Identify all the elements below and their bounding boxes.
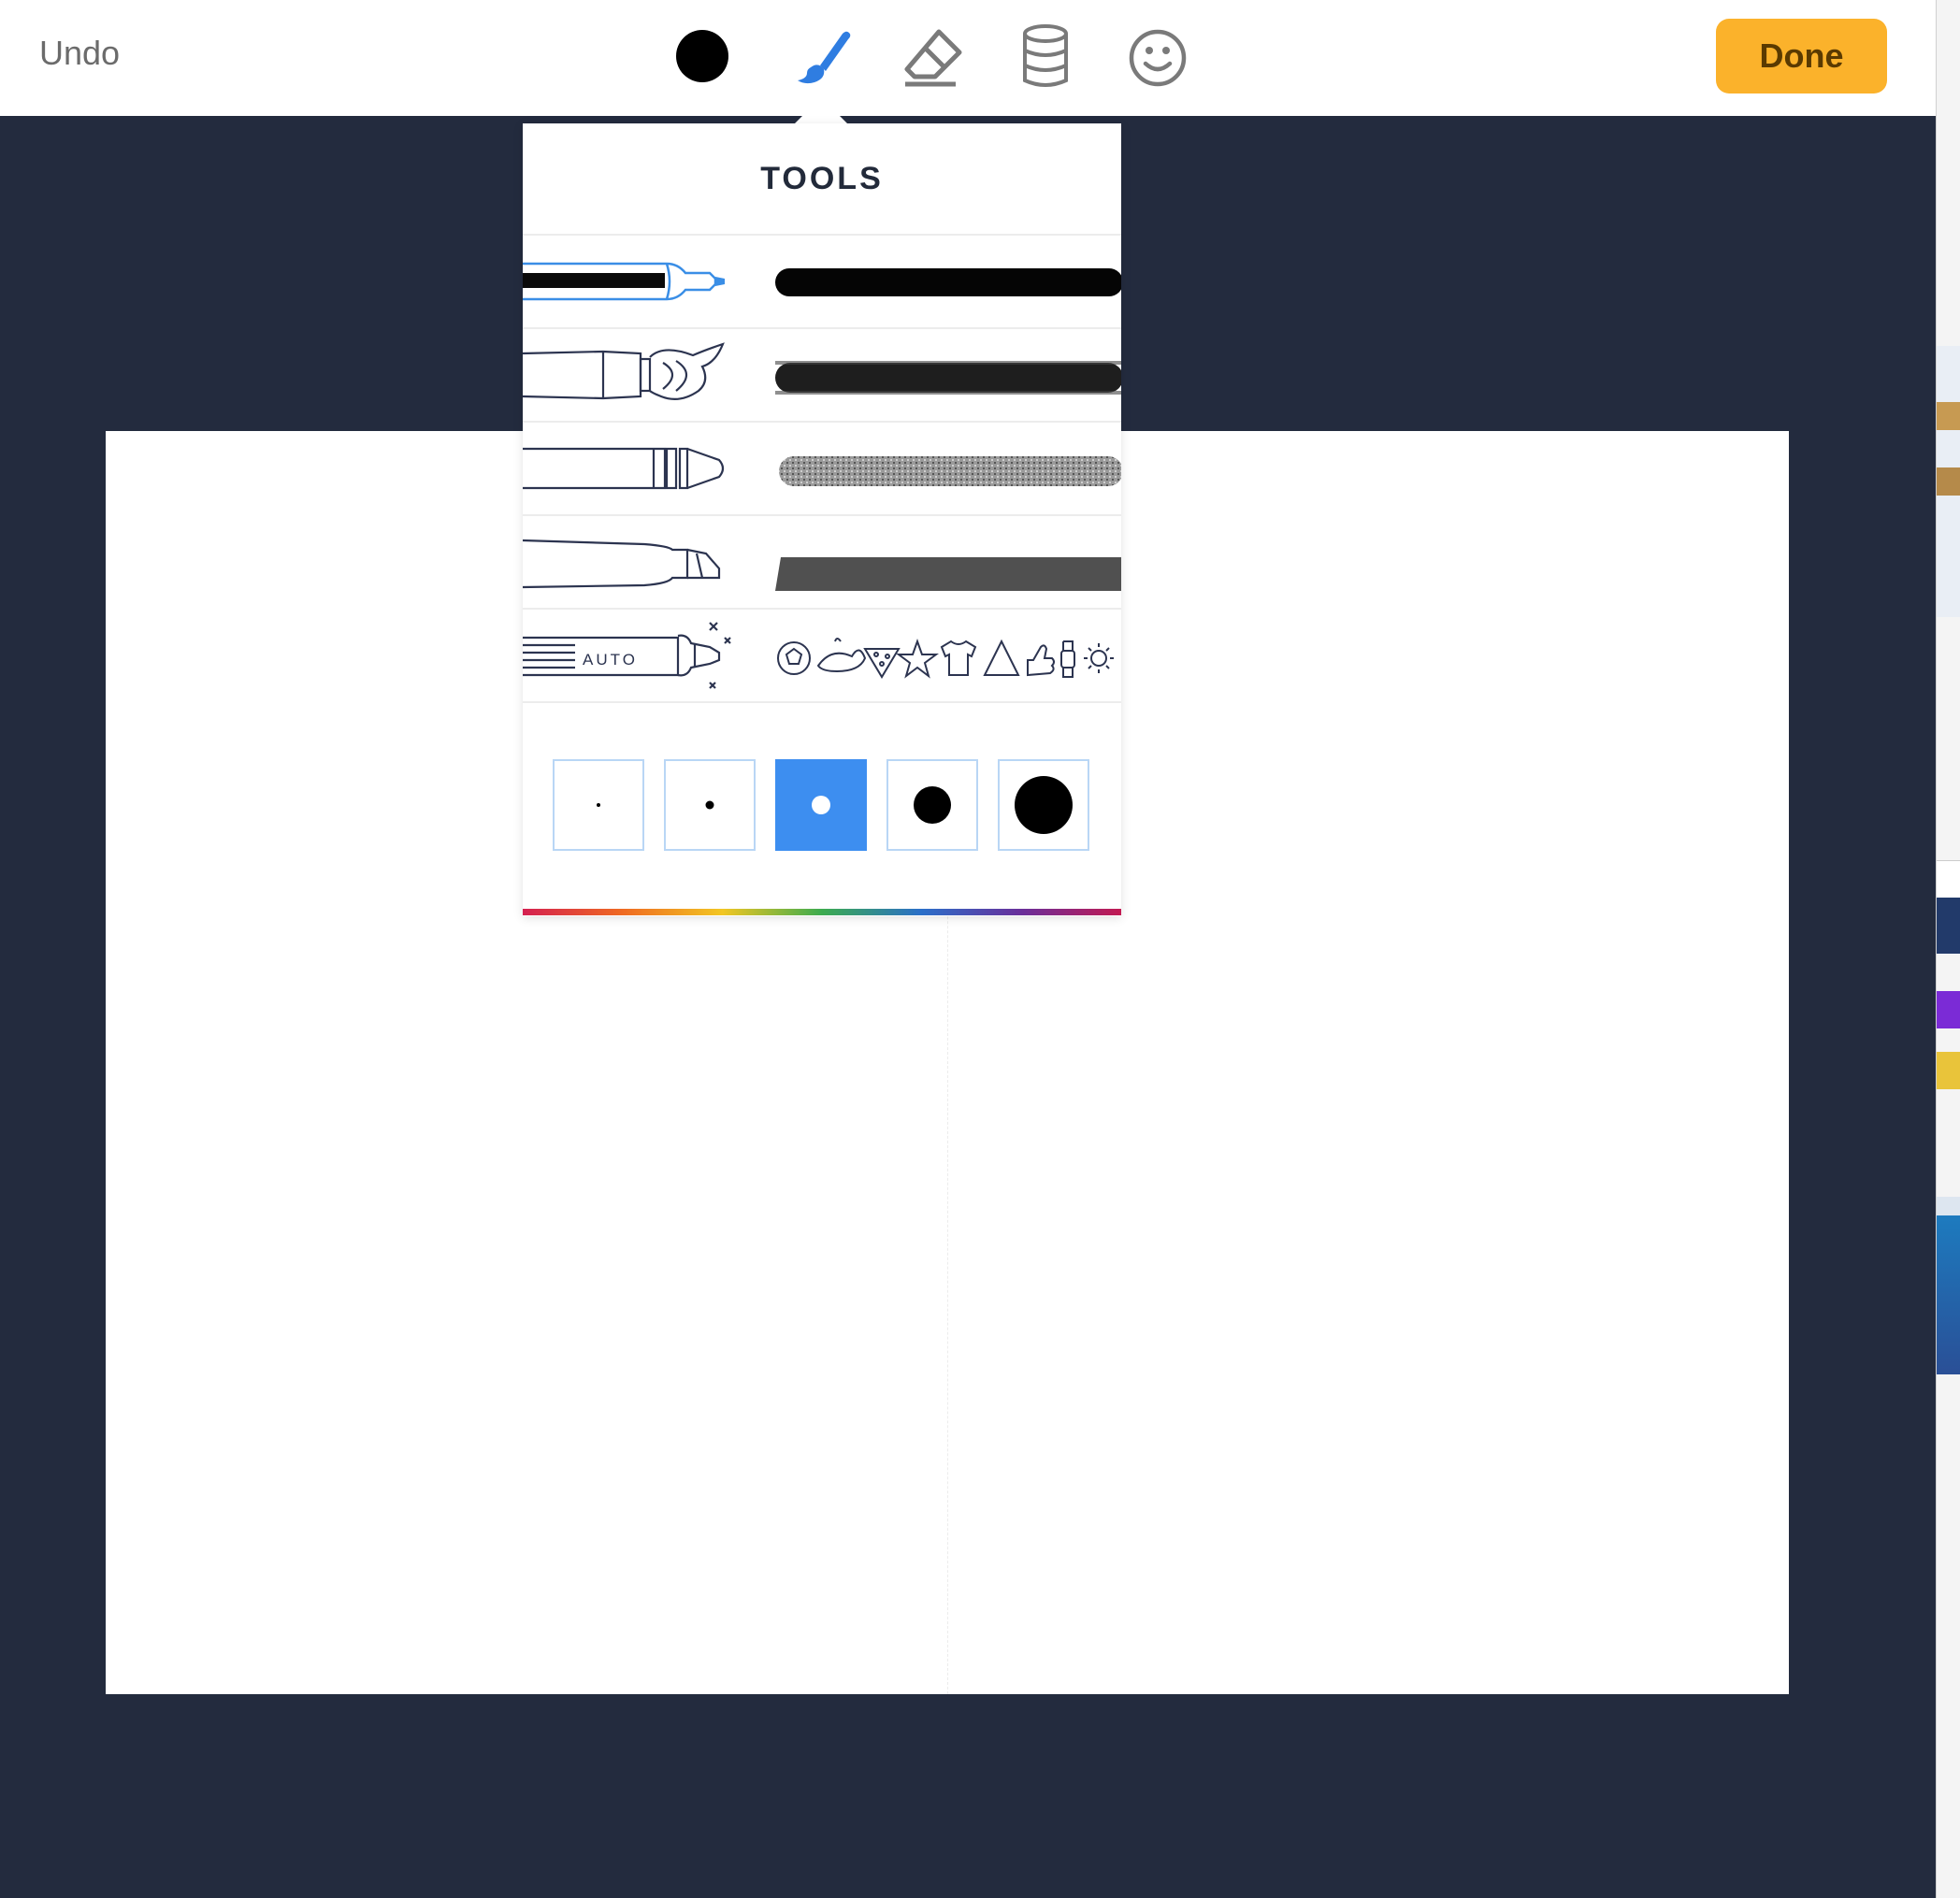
paintbrush-stroke-edge — [775, 361, 1121, 365]
highlighter-stroke-preview — [775, 557, 1121, 591]
paintbrush-icon — [798, 31, 851, 84]
sun-icon — [1084, 643, 1114, 673]
rainbow-accent-bar — [523, 909, 1121, 915]
size-option-xs[interactable] — [553, 759, 644, 851]
stickers-tool-button[interactable] — [1120, 21, 1195, 95]
marker-pen-icon — [523, 262, 725, 301]
thumbs-up-icon — [1027, 644, 1055, 677]
size-dot — [597, 803, 600, 807]
auto-draw-preview-icons — [777, 638, 1114, 679]
paintbrush-tool-icon — [523, 342, 725, 401]
brush-tool-button[interactable] — [783, 21, 858, 95]
fill-tool-button[interactable] — [1008, 21, 1083, 95]
tools-panel: TOOLS AUTO — [523, 123, 1121, 916]
size-dot — [705, 800, 714, 810]
thumbnail-image — [1937, 467, 1960, 496]
size-option-m[interactable] — [775, 759, 867, 851]
highlighter-icon — [523, 539, 721, 589]
paintbrush-stroke-preview — [775, 363, 1121, 393]
soccer-ball-icon — [777, 641, 811, 675]
size-option-s[interactable] — [664, 759, 756, 851]
strip-bar — [1937, 1197, 1960, 1215]
size-option-l[interactable] — [886, 759, 978, 851]
eraser-icon — [904, 29, 962, 87]
eraser-tool-button[interactable] — [896, 21, 971, 95]
done-button[interactable]: Done — [1716, 19, 1887, 93]
app-tile — [1937, 991, 1960, 1028]
color-picker-button[interactable] — [665, 21, 740, 95]
brush-option-highlighter[interactable] — [523, 516, 1121, 608]
t-shirt-icon — [940, 640, 977, 676]
sidebar-banner — [1937, 898, 1960, 954]
crayon-stroke-texture — [779, 456, 1121, 486]
paintbrush-stroke-edge — [775, 391, 1121, 395]
app-tile — [1937, 1052, 1960, 1089]
brush-option-paintbrush[interactable] — [523, 329, 1121, 421]
strip-image — [1937, 1215, 1960, 1374]
brush-option-marker[interactable] — [523, 236, 1121, 327]
marker-stroke-preview — [775, 268, 1121, 296]
size-option-xl[interactable] — [998, 759, 1089, 851]
black-circle-icon — [676, 30, 728, 82]
top-toolbar: Undo Done — [0, 0, 1936, 116]
pizza-slice-icon — [863, 648, 901, 679]
whale-icon — [816, 638, 867, 673]
brush-option-auto[interactable]: AUTO — [523, 610, 1121, 701]
crayon-icon — [523, 447, 725, 490]
size-dot — [914, 786, 951, 824]
size-dot — [812, 796, 830, 814]
paint-bucket-icon — [1023, 24, 1068, 87]
panel-pointer — [795, 97, 847, 123]
star-icon — [896, 639, 939, 679]
panel-title: TOOLS — [760, 161, 884, 196]
background-window-strip — [1936, 0, 1960, 1898]
auto-label: AUTO — [583, 651, 638, 669]
triangle-icon — [983, 639, 1020, 676]
thumbnail-image — [1937, 402, 1960, 430]
watch-icon — [1060, 640, 1075, 678]
undo-button[interactable]: Undo — [39, 34, 120, 73]
smiley-icon — [1129, 29, 1187, 87]
brush-option-crayon[interactable] — [523, 423, 1121, 514]
divider — [523, 701, 1121, 703]
size-dot — [1015, 776, 1073, 834]
brush-size-selector — [553, 759, 1091, 853]
